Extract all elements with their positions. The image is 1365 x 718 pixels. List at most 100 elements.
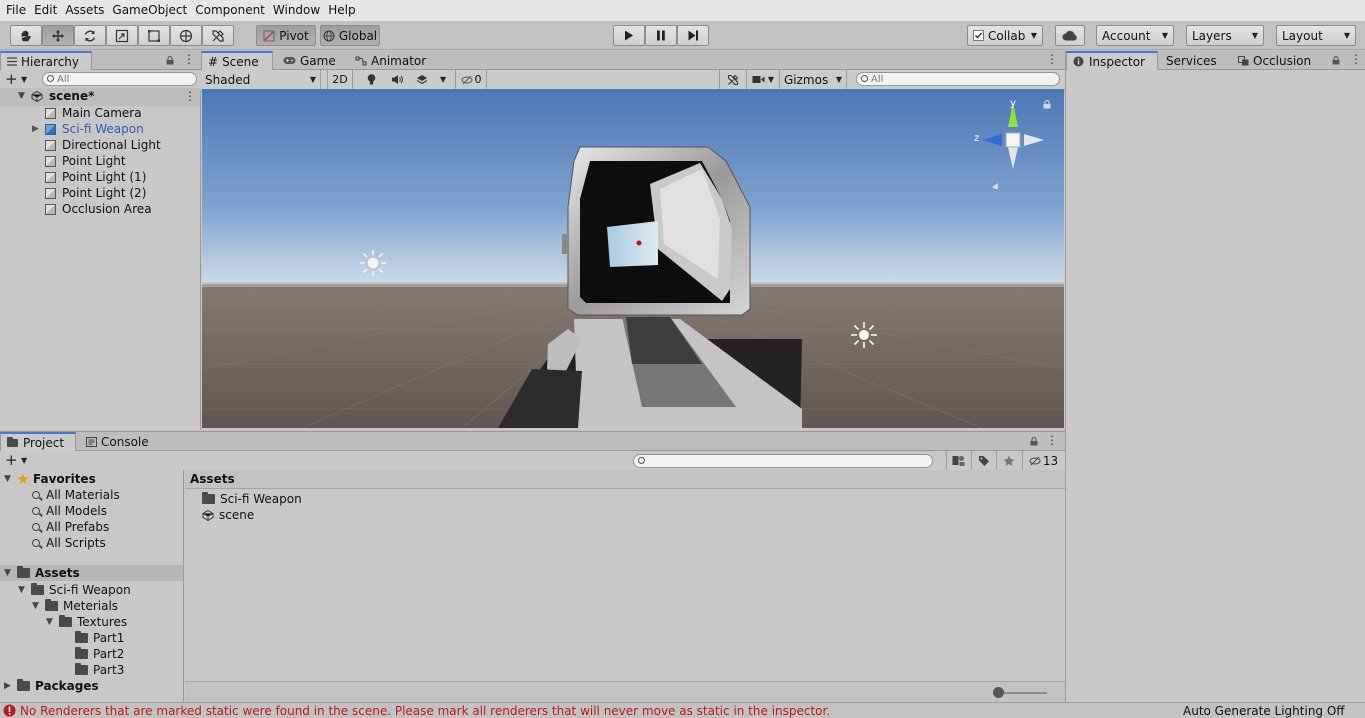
hidden-packages-toggle[interactable]: 13 <box>1022 451 1064 470</box>
global-toggle[interactable]: Global <box>320 25 380 46</box>
asset-scene[interactable]: scene <box>202 507 254 523</box>
layers-dropdown[interactable]: Layers ▼ <box>1186 25 1264 46</box>
pause-button[interactable] <box>645 25 677 46</box>
favorite-all-models[interactable]: All Models <box>32 503 107 519</box>
favorite-all-scripts[interactable]: All Scripts <box>32 535 106 551</box>
tab-game[interactable]: Game <box>277 51 342 70</box>
tree-item-sci-fi-weapon[interactable]: ▼ Sci-fi Weapon <box>18 582 131 598</box>
menu-file[interactable]: File <box>2 0 30 21</box>
tree-item-part1[interactable]: Part1 <box>75 630 124 646</box>
hierarchy-item-point-light-2[interactable]: Point Light (2) <box>45 185 146 201</box>
expand-arrow-icon[interactable]: ▶ <box>32 124 42 134</box>
point-light-gizmo-icon[interactable] <box>849 320 879 350</box>
collapse-arrow-icon[interactable]: ▼ <box>4 474 14 484</box>
breadcrumb-assets[interactable]: Assets <box>190 472 235 486</box>
packages-section[interactable]: ▶ Packages <box>4 678 99 694</box>
slider-thumb[interactable] <box>993 687 1004 698</box>
hand-tool-button[interactable] <box>10 25 42 46</box>
tree-item-part2[interactable]: Part2 <box>75 646 124 662</box>
collab-dropdown[interactable]: Collab ▼ <box>967 25 1043 46</box>
toggle-2d-button[interactable]: 2D <box>327 70 353 89</box>
lock-icon[interactable] <box>166 56 174 65</box>
kebab-menu-icon[interactable]: ⋮ <box>184 89 196 103</box>
directional-light-gizmo-icon[interactable] <box>357 248 389 278</box>
tab-animator[interactable]: Animator <box>349 51 432 70</box>
tree-item-meterials[interactable]: ▼ Meterials <box>32 598 118 614</box>
lighting-toggle[interactable] <box>360 72 382 87</box>
hierarchy-item-point-light-1[interactable]: Point Light (1) <box>45 169 146 185</box>
collapse-arrow-icon[interactable]: ▼ <box>4 568 14 578</box>
asset-sci-fi-weapon-folder[interactable]: Sci-fi Weapon <box>202 491 302 507</box>
expand-arrow-icon[interactable]: ▶ <box>4 681 14 691</box>
menu-gameobject[interactable]: GameObject <box>108 0 191 21</box>
tab-occlusion[interactable]: Occlusion <box>1232 51 1317 70</box>
hierarchy-item-sci-fi-weapon[interactable]: ▶ Sci-fi Weapon <box>32 121 144 137</box>
hierarchy-search-input[interactable]: All <box>42 72 197 86</box>
collapse-arrow-icon[interactable]: ▼ <box>32 601 42 611</box>
favorite-all-prefabs[interactable]: All Prefabs <box>32 519 109 535</box>
lighting-status[interactable]: Auto Generate Lighting Off <box>1183 704 1345 718</box>
transform-tool-button[interactable] <box>170 25 202 46</box>
chevron-down-icon[interactable]: ▼ <box>21 75 27 84</box>
menu-assets[interactable]: Assets <box>61 0 108 21</box>
hierarchy-item-main-camera[interactable]: Main Camera <box>45 105 142 121</box>
tab-console[interactable]: Console <box>80 432 155 451</box>
rotate-tool-button[interactable] <box>74 25 106 46</box>
tree-item-part3[interactable]: Part3 <box>75 662 124 678</box>
hierarchy-item-occlusion-area[interactable]: Occlusion Area <box>45 201 152 217</box>
add-icon[interactable]: + <box>5 451 18 469</box>
scene-camera-dropdown[interactable]: ▼ <box>749 70 777 89</box>
favorite-all-materials[interactable]: All Materials <box>32 487 120 503</box>
custom-tool-button[interactable] <box>202 25 234 46</box>
scene-row[interactable]: ▼ scene* ⋮ <box>0 88 200 106</box>
tab-hierarchy[interactable]: Hierarchy <box>0 51 92 70</box>
scene-tools-button[interactable] <box>719 70 747 89</box>
hierarchy-item-directional-light[interactable]: Directional Light <box>45 137 161 153</box>
layout-dropdown[interactable]: Layout ▼ <box>1276 25 1356 46</box>
kebab-menu-icon[interactable]: ⋮ <box>1046 52 1058 66</box>
cloud-button[interactable] <box>1055 25 1085 46</box>
favorites-section[interactable]: ▼ Favorites <box>4 471 96 487</box>
search-by-label-button[interactable] <box>971 451 995 470</box>
menu-help[interactable]: Help <box>324 0 359 21</box>
audio-toggle[interactable] <box>386 72 408 87</box>
shading-mode-dropdown[interactable]: Shaded ▼ <box>201 70 321 89</box>
lock-icon[interactable] <box>1332 56 1340 65</box>
tree-item-textures[interactable]: ▼ Textures <box>46 614 127 630</box>
tab-inspector[interactable]: Inspector <box>1066 51 1158 70</box>
kebab-menu-icon[interactable]: ⋮ <box>183 52 195 66</box>
save-search-button[interactable] <box>996 451 1020 470</box>
kebab-menu-icon[interactable]: ⋮ <box>1350 52 1362 66</box>
add-icon[interactable]: + <box>5 70 18 88</box>
menu-window[interactable]: Window <box>269 0 324 21</box>
kebab-menu-icon[interactable]: ⋮ <box>1046 433 1058 447</box>
collapse-arrow-icon[interactable]: ▼ <box>18 585 28 595</box>
project-search-input[interactable] <box>633 454 933 468</box>
scene-viewport[interactable]: y z <box>202 89 1064 428</box>
status-message[interactable]: No Renderers that are marked static were… <box>20 704 830 718</box>
effects-toggle[interactable] <box>411 72 433 87</box>
account-dropdown[interactable]: Account ▼ <box>1096 25 1174 46</box>
move-tool-button[interactable] <box>42 25 74 46</box>
step-button[interactable] <box>677 25 709 46</box>
tab-project[interactable]: Project <box>0 432 76 451</box>
menu-edit[interactable]: Edit <box>30 0 61 21</box>
pivot-toggle[interactable]: Pivot <box>256 25 316 46</box>
chevron-down-icon[interactable]: ▼ <box>440 75 446 84</box>
tab-scene[interactable]: # Scene <box>201 51 273 70</box>
hierarchy-item-point-light[interactable]: Point Light <box>45 153 126 169</box>
scene-search-input[interactable]: All <box>856 72 1060 86</box>
collapse-arrow-icon[interactable]: ▼ <box>18 91 28 101</box>
search-by-type-button[interactable] <box>946 451 970 470</box>
menu-component[interactable]: Component <box>191 0 269 21</box>
tab-services[interactable]: Services <box>1160 51 1223 70</box>
chevron-down-icon[interactable]: ▼ <box>21 456 27 465</box>
gizmos-dropdown[interactable]: Gizmos ▼ <box>779 70 847 89</box>
hidden-objects-toggle[interactable]: 0 <box>455 70 487 89</box>
play-button[interactable] <box>613 25 645 46</box>
collapse-arrow-icon[interactable]: ▼ <box>46 617 56 627</box>
scene-orientation-gizmo[interactable]: y z <box>972 98 1052 191</box>
scale-tool-button[interactable] <box>106 25 138 46</box>
rect-tool-button[interactable] <box>138 25 170 46</box>
assets-section[interactable]: ▼ Assets <box>0 565 183 581</box>
